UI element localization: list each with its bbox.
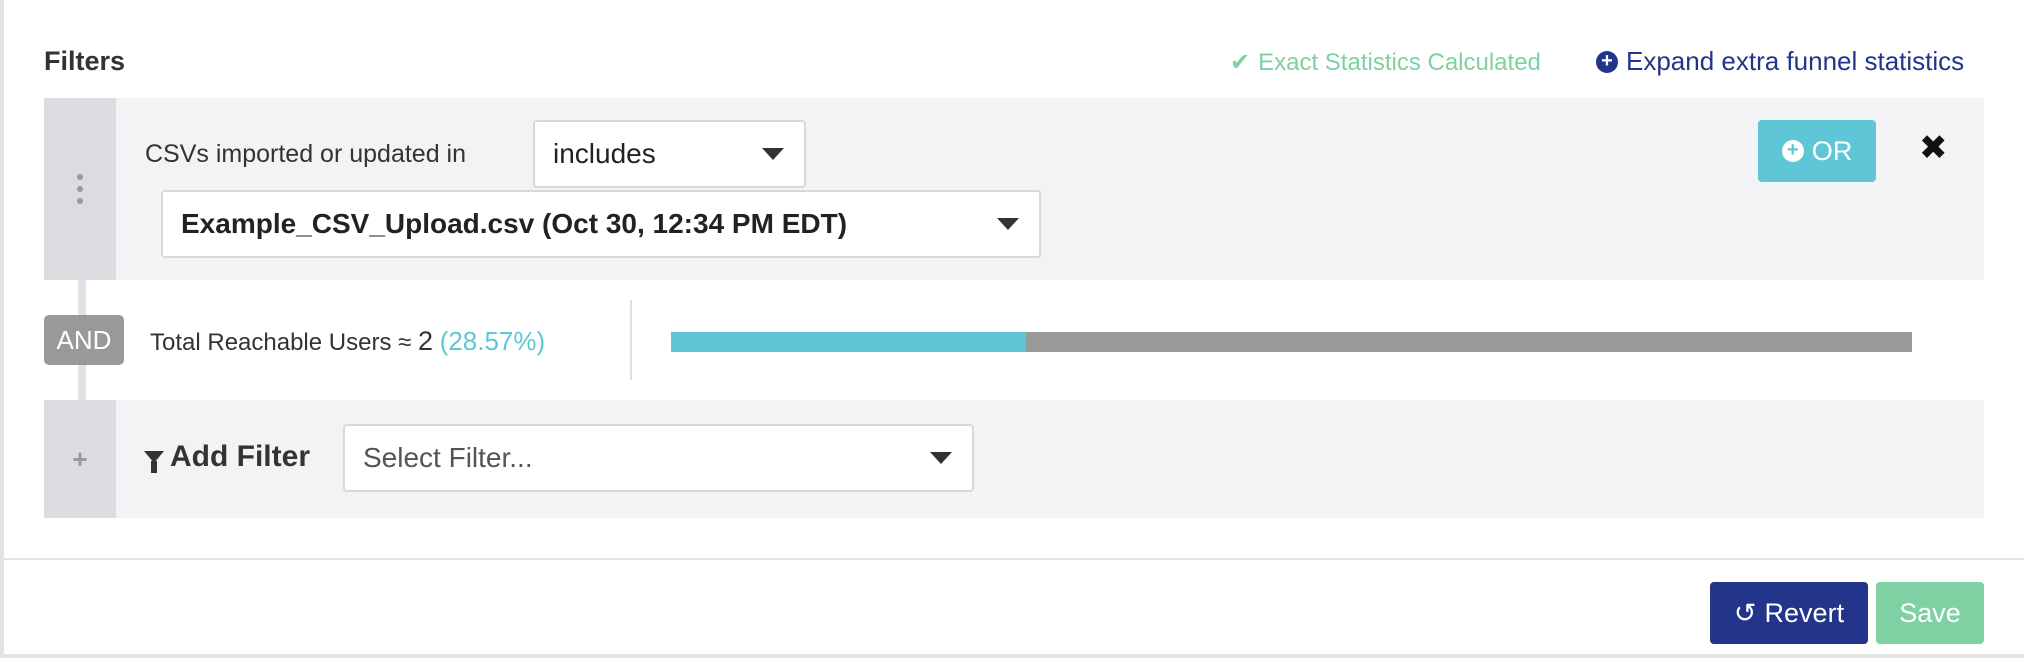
check-icon: ✔ [1230, 49, 1251, 76]
operator-select[interactable]: includes [533, 120, 806, 188]
expand-funnel-stats-label: Expand extra funnel statistics [1626, 46, 1965, 76]
reachable-users-label: Total Reachable Users ≈ [150, 329, 412, 356]
or-button[interactable]: + OR [1758, 120, 1876, 182]
divider [630, 300, 632, 380]
revert-button[interactable]: ↺ Revert [1710, 582, 1868, 644]
page-title: Filters [44, 46, 126, 76]
csv-file-select[interactable]: Example_CSV_Upload.csv (Oct 30, 12:34 PM… [161, 190, 1041, 258]
drag-handle-icon [77, 174, 83, 204]
caret-down-icon [930, 452, 952, 464]
reachable-users-summary: Total Reachable Users ≈ 2 (28.57%) [150, 326, 545, 357]
drag-handle[interactable] [44, 98, 116, 280]
operator-value: includes [553, 138, 656, 169]
filter-icon [144, 451, 164, 473]
or-label: OR [1811, 135, 1853, 166]
circle-plus-icon: + [1596, 50, 1618, 73]
save-label: Save [1899, 597, 1961, 628]
add-filter-label: Add Filter [170, 440, 310, 473]
exact-stats-status: ✔ Exact Statistics Calculated [1230, 48, 1541, 77]
save-button[interactable]: Save [1876, 582, 1984, 644]
exact-stats-label: Exact Statistics Calculated [1258, 48, 1541, 76]
select-filter-placeholder: Select Filter... [363, 442, 533, 473]
filter-label: CSVs imported or updated in [145, 140, 467, 168]
and-badge: AND [44, 315, 124, 365]
add-filter-handle[interactable]: + [44, 400, 116, 518]
expand-funnel-stats-link[interactable]: + Expand extra funnel statistics [1596, 46, 1964, 77]
reachable-users-count: 2 [417, 326, 433, 356]
reachable-users-bar [671, 332, 1912, 352]
reachable-users-bar-fill [671, 332, 1026, 352]
caret-down-icon [762, 148, 784, 160]
add-filter-heading: Add Filter [144, 440, 310, 474]
reachable-users-percent: (28.57%) [439, 326, 546, 356]
circle-plus-icon: + [1781, 140, 1804, 162]
revert-label: Revert [1764, 597, 1845, 628]
footer-divider [0, 558, 2024, 560]
plus-icon: + [72, 443, 88, 474]
caret-down-icon [997, 218, 1019, 230]
add-filter-block: + [44, 400, 1984, 518]
undo-icon: ↺ [1733, 597, 1757, 628]
page-border-bottom [0, 654, 2024, 658]
close-icon[interactable]: ✖ [1919, 128, 1948, 168]
select-filter-dropdown[interactable]: Select Filter... [343, 424, 974, 492]
csv-file-value: Example_CSV_Upload.csv (Oct 30, 12:34 PM… [181, 208, 848, 239]
